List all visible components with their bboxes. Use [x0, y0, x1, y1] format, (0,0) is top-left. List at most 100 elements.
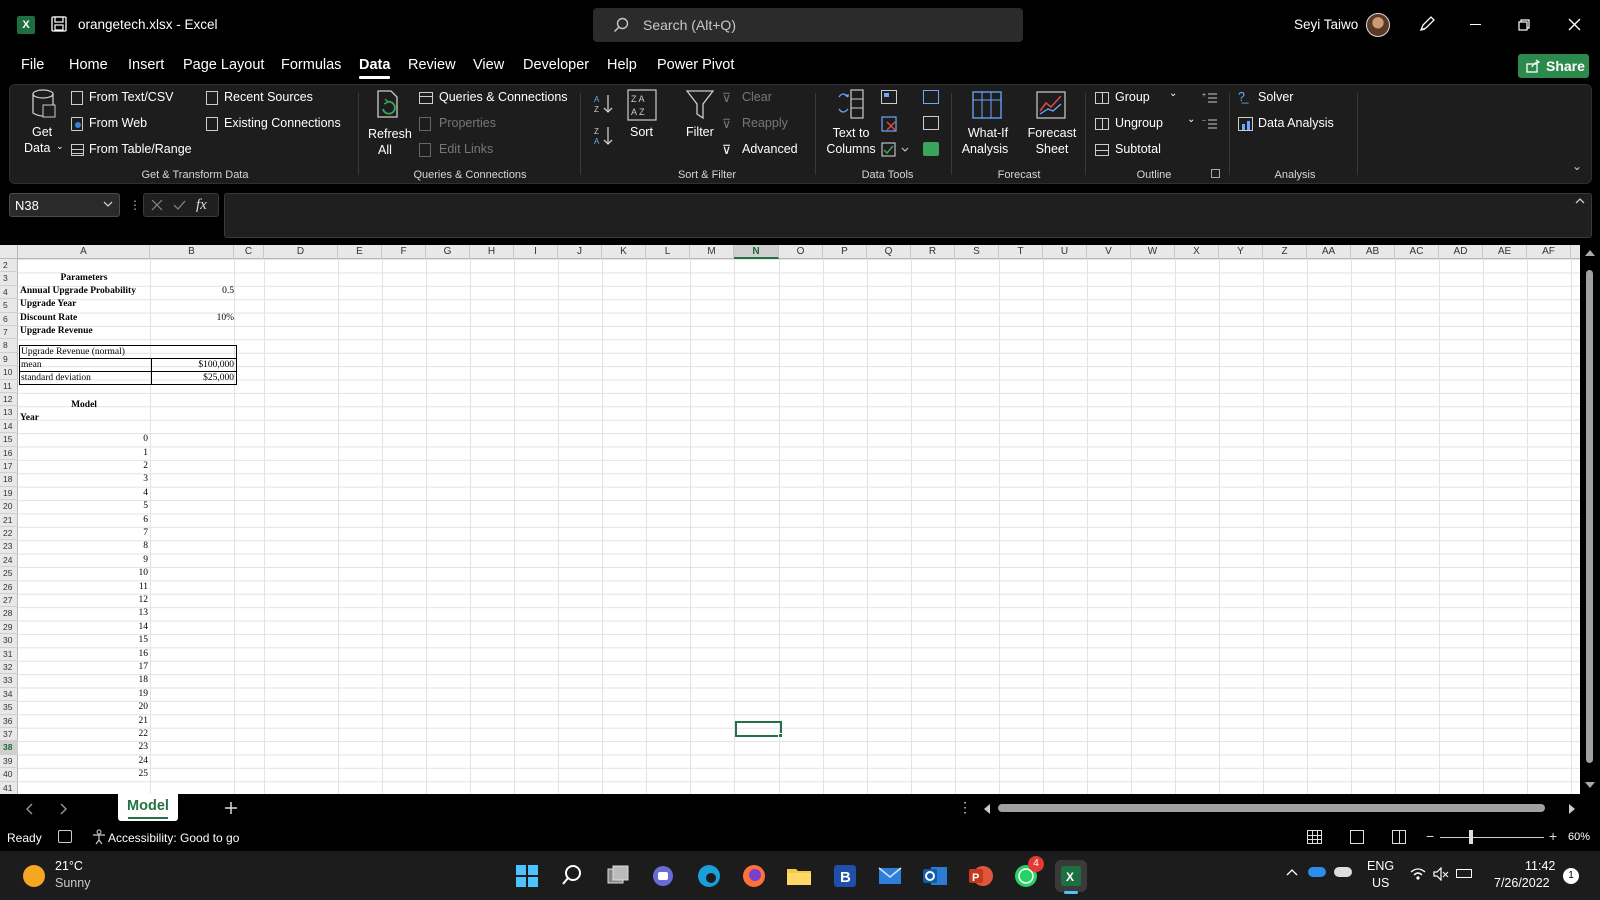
cell-B4[interactable]: 0.5 [150, 285, 234, 298]
consolidate-icon[interactable] [923, 90, 939, 104]
column-header-f[interactable]: F [382, 245, 426, 259]
flash-fill-icon[interactable] [881, 90, 897, 104]
remove-duplicates-icon[interactable] [881, 116, 897, 132]
accessibility-status[interactable]: Accessibility: Good to go [108, 831, 239, 845]
menu-view[interactable]: View [473, 57, 504, 73]
cell-A7[interactable]: Upgrade Revenue [20, 325, 93, 338]
restore-icon[interactable] [1518, 19, 1530, 31]
user-name[interactable]: Seyi Taiwo [1294, 17, 1358, 32]
year-cell[interactable]: 16 [18, 648, 149, 661]
weather-temp[interactable]: 21°C [55, 859, 83, 873]
edge-icon[interactable] [693, 860, 725, 892]
formula-bar-more-icon[interactable]: ⋮ [129, 198, 141, 212]
language-1[interactable]: ENG [1367, 859, 1394, 873]
menu-formulas[interactable]: Formulas [281, 57, 341, 73]
column-header-r[interactable]: R [911, 245, 955, 259]
weather-desc[interactable]: Sunny [55, 876, 90, 890]
page-layout-view-icon[interactable] [1350, 830, 1364, 844]
search-icon[interactable] [556, 860, 588, 892]
scroll-right-icon[interactable] [1568, 804, 1576, 814]
firefox-icon[interactable] [738, 860, 770, 892]
cell-A3[interactable]: Parameters [18, 272, 150, 285]
row-header-15[interactable]: 15 [0, 433, 18, 447]
enter-icon[interactable] [173, 199, 186, 211]
row-header-36[interactable]: 36 [0, 715, 18, 728]
row-header-12[interactable]: 12 [0, 393, 18, 407]
row-header-8[interactable]: 8 [0, 339, 18, 353]
column-header-j[interactable]: J [558, 245, 602, 259]
column-header-c[interactable]: C [234, 245, 264, 259]
column-header-l[interactable]: L [646, 245, 690, 259]
year-cell[interactable]: 14 [18, 621, 149, 634]
scroll-down-icon[interactable] [1585, 781, 1595, 789]
manage-data-model-icon[interactable] [923, 142, 939, 156]
year-cell[interactable]: 0 [18, 433, 148, 446]
name-box[interactable]: N38 [9, 193, 120, 217]
column-header-ac[interactable]: AC [1395, 245, 1439, 259]
row-header-16[interactable]: 16 [0, 447, 18, 460]
column-header-ae[interactable]: AE [1483, 245, 1527, 259]
search-box[interactable]: Search (Alt+Q) [593, 8, 1023, 42]
cell-A11[interactable]: standard deviation [21, 372, 91, 385]
zoom-in-icon[interactable]: + [1549, 828, 1557, 844]
save-icon[interactable] [51, 16, 67, 32]
year-cell[interactable]: 10 [18, 567, 149, 580]
row-header-18[interactable]: 18 [0, 473, 18, 487]
cloud-icon[interactable] [1334, 867, 1352, 877]
show-detail-icon[interactable]: + [1202, 91, 1218, 105]
row-header-30[interactable]: 30 [0, 634, 18, 648]
windows-start-icon[interactable] [511, 860, 543, 892]
normal-view-icon[interactable] [1307, 830, 1322, 844]
year-cell[interactable]: 4 [18, 487, 148, 500]
year-cell[interactable]: 23 [18, 741, 149, 754]
row-header-34[interactable]: 34 [0, 688, 18, 702]
row-header-10[interactable]: 10 [0, 366, 18, 380]
insert-function-icon[interactable]: fx [196, 197, 207, 214]
row-header-23[interactable]: 23 [0, 540, 18, 554]
year-cell[interactable]: 20 [18, 701, 149, 714]
cell-A4[interactable]: Annual Upgrade Probability [20, 285, 136, 298]
cell-A9[interactable]: Upgrade Revenue (normal) [21, 346, 125, 359]
year-cell[interactable]: 6 [18, 514, 148, 527]
more-options-icon[interactable]: ⋮ [958, 799, 972, 816]
cell-A14[interactable]: Year [20, 412, 39, 425]
year-cell[interactable]: 19 [18, 688, 149, 701]
cell-B11[interactable]: $25,000 [150, 372, 234, 385]
worksheet-grid[interactable]: A B C D E F G H I J K L M N O P Q R S T U V W X Y Z AA AB AC AD AE AF 2… [0, 245, 1580, 794]
notification-badge[interactable]: 1 [1563, 868, 1579, 884]
vertical-scrollbar-track[interactable] [1580, 245, 1600, 794]
menu-developer[interactable]: Developer [523, 57, 589, 73]
accessibility-icon[interactable] [92, 829, 106, 845]
column-header-aa[interactable]: AA [1307, 245, 1351, 259]
add-sheet-icon[interactable] [224, 801, 238, 815]
horizontal-scroll-thumb[interactable] [998, 804, 1545, 812]
row-header-28[interactable]: 28 [0, 607, 18, 621]
row-header-35[interactable]: 35 [0, 701, 18, 715]
close-icon[interactable] [1568, 18, 1581, 31]
row-header-19[interactable]: 19 [0, 487, 18, 501]
row-header-24[interactable]: 24 [0, 554, 18, 568]
column-header-v[interactable]: V [1087, 245, 1131, 259]
macro-recording-icon[interactable] [58, 830, 72, 843]
prev-sheet-icon[interactable] [25, 803, 33, 815]
column-header-h[interactable]: H [470, 245, 514, 259]
minimize-icon[interactable] [1470, 24, 1481, 25]
onedrive-icon[interactable] [1308, 867, 1326, 877]
row-header-41[interactable]: 41 [0, 782, 18, 794]
menu-data[interactable]: Data [359, 57, 391, 79]
filter-button[interactable]: Filter [680, 87, 720, 147]
pen-icon[interactable] [1418, 15, 1436, 33]
hide-detail-icon[interactable]: − [1202, 117, 1218, 131]
refresh-all-button[interactable]: Refresh All [366, 87, 412, 159]
column-header-n[interactable]: N [734, 245, 779, 259]
forecast-sheet-button[interactable]: Forecast Sheet [1024, 87, 1080, 159]
row-header-5[interactable]: 5 [0, 299, 18, 313]
vertical-scroll-thumb[interactable] [1586, 270, 1593, 763]
row-header-25[interactable]: 25 [0, 567, 18, 581]
zoom-slider-thumb[interactable] [1469, 830, 1473, 844]
scroll-left-icon[interactable] [983, 804, 991, 814]
file-explorer-icon[interactable] [783, 860, 815, 892]
menu-page-layout[interactable]: Page Layout [183, 57, 264, 73]
row-header-13[interactable]: 13 [0, 406, 18, 420]
wifi-icon[interactable] [1410, 867, 1426, 881]
